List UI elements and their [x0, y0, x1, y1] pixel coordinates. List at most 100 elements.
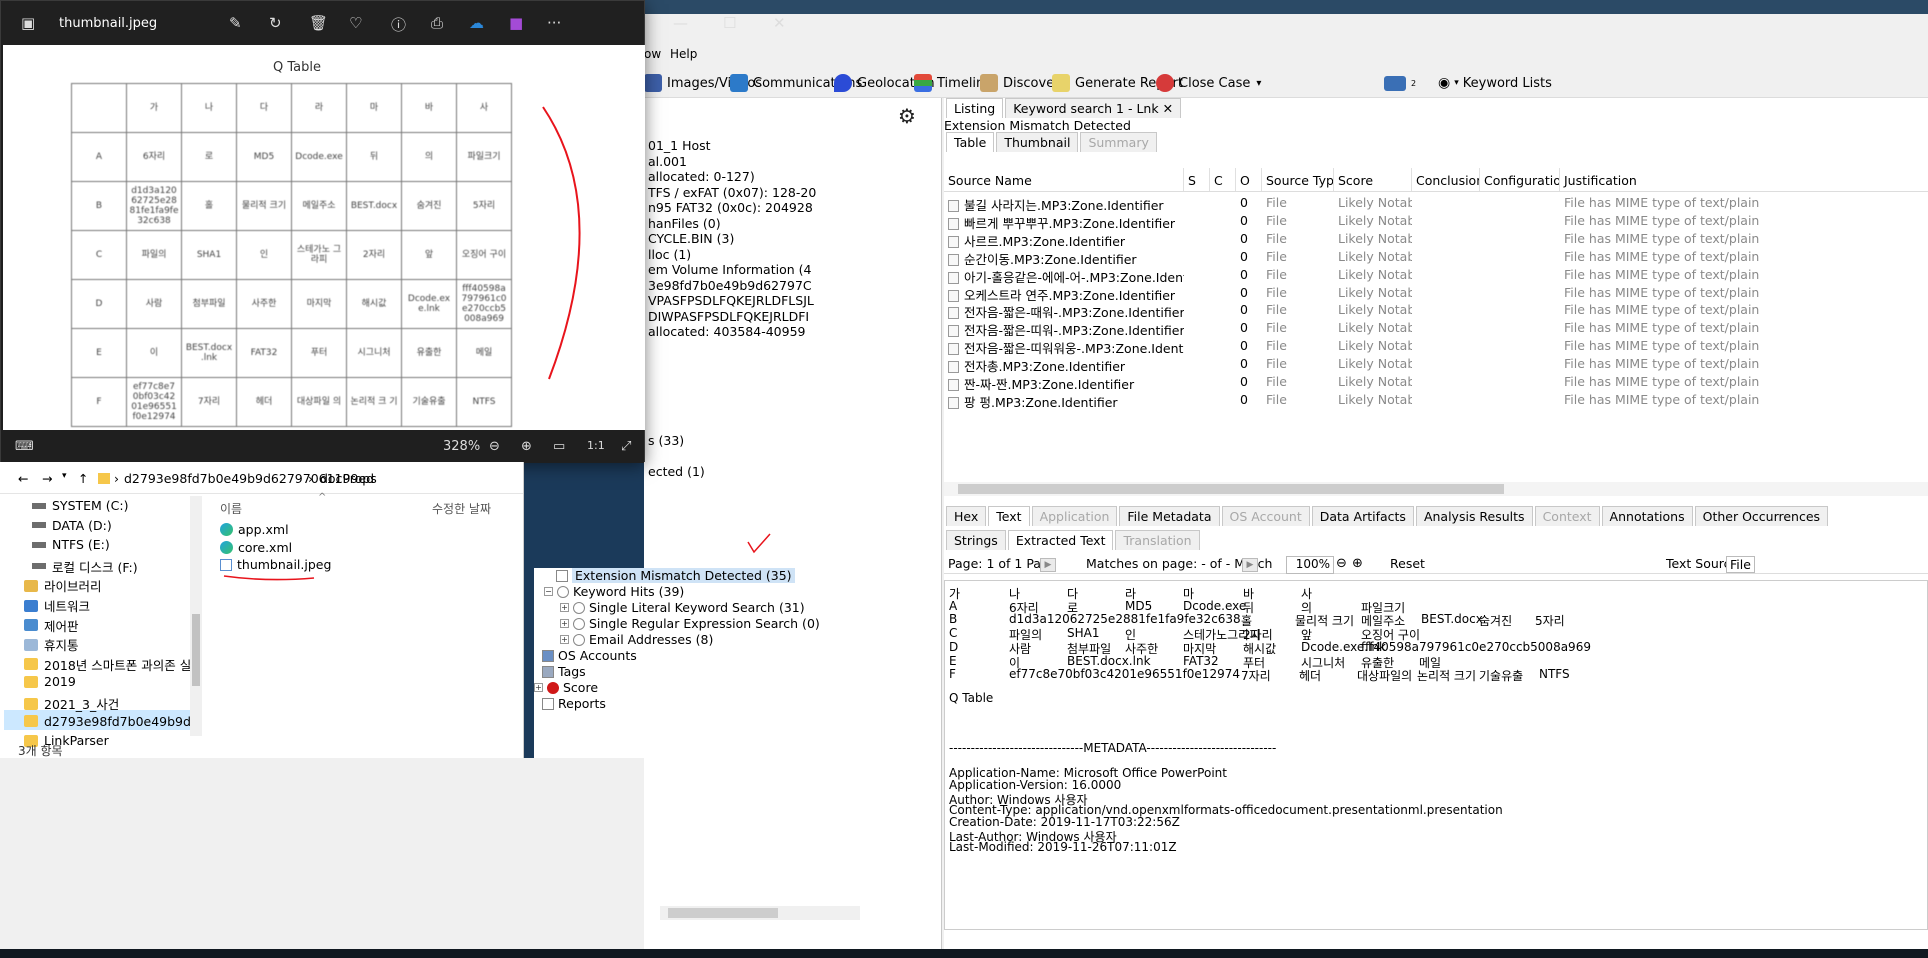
- zoom-out-icon[interactable]: ⊖: [1336, 556, 1347, 571]
- tab-os-account[interactable]: OS Account: [1221, 506, 1310, 526]
- table-row[interactable]: 전자총.MP3:Zone.Identifier 0 File Likely Notab…: [944, 355, 1928, 374]
- tree-item[interactable]: DIWPASFPSDLFQKEJRLDFI: [648, 309, 809, 324]
- nav-item[interactable]: d2793e98fd7b0e49b9d6279706: [24, 714, 194, 729]
- table-row[interactable]: 팡 펑.MP3:Zone.Identifier 0 File Likely Notab…: [944, 391, 1928, 409]
- rotate-icon[interactable]: ↻: [269, 14, 282, 32]
- tab-data-artifacts[interactable]: Data Artifacts: [1311, 506, 1414, 526]
- table-row[interactable]: 사르르.MP3:Zone.Identifier 0 File Likely Notab…: [944, 230, 1928, 248]
- tab-annotations[interactable]: Annotations: [1601, 506, 1693, 526]
- expand-icon[interactable]: +: [560, 603, 569, 612]
- favorite-icon[interactable]: ♡: [349, 14, 362, 32]
- tree-item[interactable]: allocated: 403584-40959: [648, 324, 806, 339]
- scrollbar-thumb[interactable]: [958, 484, 1504, 494]
- tree-reports[interactable]: Reports: [542, 696, 606, 711]
- file-thumbnail-jpeg[interactable]: thumbnail.jpeg: [220, 557, 331, 572]
- tab-extracted-text[interactable]: Extracted Text: [1007, 530, 1114, 550]
- tab-application[interactable]: Application: [1031, 506, 1118, 526]
- more-icon[interactable]: ···: [547, 14, 561, 32]
- col-o[interactable]: O: [1236, 168, 1262, 191]
- minimize-icon[interactable]: —: [673, 14, 688, 32]
- tab-analysis-results[interactable]: Analysis Results: [1415, 506, 1533, 526]
- horizontal-scrollbar[interactable]: [944, 482, 1928, 496]
- gear-icon[interactable]: ⚙: [898, 104, 916, 128]
- recent-locations-icon[interactable]: ▾: [62, 471, 67, 481]
- next-match-button[interactable]: ▶: [1242, 558, 1258, 572]
- actual-size-icon[interactable]: 1:1: [587, 439, 605, 452]
- zoom-out-icon[interactable]: ⊖: [489, 439, 500, 454]
- tree-item[interactable]: lloc (1): [648, 247, 691, 262]
- expand-icon[interactable]: +: [560, 619, 569, 628]
- nav-scrollbar[interactable]: [190, 496, 202, 736]
- tree-item[interactable]: hanFiles (0): [648, 216, 721, 231]
- collapse-icon[interactable]: −: [544, 587, 553, 596]
- tab-keyword-search[interactable]: Keyword search 1 - Lnk ✕: [1005, 98, 1182, 118]
- onedrive-icon[interactable]: ☁: [469, 14, 484, 32]
- tree-item[interactable]: 3e98fd7b0e49b9d62797C: [648, 278, 812, 293]
- table-row[interactable]: 순간이동.MP3:Zone.Identifier 0 File Likely Nota…: [944, 248, 1928, 266]
- table-row[interactable]: 전자음-짧은-때워-.MP3:Zone.Identifier 0 File Likel…: [944, 301, 1928, 320]
- table-row[interactable]: 전자음-짧은-띠워워웅-.MP3:Zone.Identifier 0 File Lik…: [944, 337, 1928, 356]
- nav-item[interactable]: 제어판: [24, 616, 79, 635]
- back-icon[interactable]: ←: [18, 471, 28, 486]
- tree-item[interactable]: al.001: [648, 154, 687, 169]
- tab-thumbnail[interactable]: Thumbnail: [996, 132, 1079, 152]
- zoom-in-icon[interactable]: ⊕: [521, 439, 532, 454]
- table-row[interactable]: 짠-짜-짠.MP3:Zone.Identifier 0 File Likely Not…: [944, 373, 1928, 391]
- nav-item[interactable]: 로컬 디스크 (F:): [32, 557, 138, 576]
- extracted-text-area[interactable]: 가 나 다 라 마 바 사 A 6자리 로 MD5 Dcode.exe 뒤 의 파일크기 Bd1d3a1206…: [944, 580, 1928, 930]
- table-row[interactable]: 불길 사라지는.MP3:Zone.Identifier 0 File Likely N…: [944, 194, 1928, 212]
- nav-item[interactable]: 2019: [24, 674, 76, 689]
- tab-listing[interactable]: Listing: [946, 98, 1004, 118]
- col-name[interactable]: 이름: [220, 500, 242, 517]
- mail-button[interactable]: 2: [1384, 72, 1416, 94]
- clipchamp-icon[interactable]: ■: [509, 14, 523, 32]
- file-app-xml[interactable]: app.xml: [220, 522, 289, 537]
- menu-window[interactable]: ow: [644, 47, 661, 61]
- tree-tags[interactable]: Tags: [542, 664, 586, 679]
- nav-item[interactable]: SYSTEM (C:): [32, 498, 129, 513]
- table-row[interactable]: 빠르게 뿌꾸뿌꾸.MP3:Zone.Identifier 0 File Likely …: [944, 212, 1928, 230]
- table-row[interactable]: 오케스트라 연주.MP3:Zone.Identifier 0 File Likely …: [944, 284, 1928, 302]
- info-icon[interactable]: ⓘ: [391, 14, 406, 35]
- file-core-xml[interactable]: core.xml: [220, 540, 292, 555]
- col-modified[interactable]: 수정한 날짜: [432, 500, 491, 517]
- tree-item[interactable]: n95 FAT32 (0x0c): 204928: [648, 200, 813, 215]
- next-page-button[interactable]: ▶: [1040, 558, 1056, 572]
- tree-item[interactable]: em Volume Information (4: [648, 262, 811, 277]
- table-row[interactable]: 전자음-짧은-띠워-.MP3:Zone.Identifier 0 File Likel…: [944, 319, 1928, 338]
- tree-item[interactable]: TFS / exFAT (0x07): 128-20: [648, 185, 816, 200]
- col-conclusion[interactable]: Conclusion: [1412, 168, 1480, 191]
- photo-canvas[interactable]: Q Table 가 나 다 라 마 바 사 A 6자리 로 MD5 Dcode.exe 뒤 의 파일크기 Bd…: [3, 45, 645, 430]
- tree-item[interactable]: VPASFPSDLFQKEJRLDFLSJL: [648, 293, 814, 308]
- expand-icon[interactable]: +: [560, 635, 569, 644]
- close-icon[interactable]: ✕: [1163, 101, 1173, 116]
- keyword-lists-button[interactable]: ◉ ▾ Keyword Lists: [1438, 72, 1552, 94]
- tree-score[interactable]: + Score: [534, 680, 598, 695]
- filmstrip-icon[interactable]: ⌨: [15, 439, 34, 454]
- delete-icon[interactable]: 🗑: [309, 14, 328, 32]
- forward-icon[interactable]: →: [42, 471, 52, 486]
- col-configuration[interactable]: Configuration: [1480, 168, 1560, 191]
- tab-text[interactable]: Text: [988, 506, 1030, 526]
- tree-extension-mismatch[interactable]: Extension Mismatch Detected (35): [556, 568, 795, 583]
- col-source-type[interactable]: Source Type: [1262, 168, 1334, 191]
- nav-item[interactable]: 휴지통: [24, 635, 79, 654]
- zoom-field[interactable]: 100%: [1286, 556, 1334, 574]
- tab-context[interactable]: Context: [1534, 506, 1600, 526]
- breadcrumb-current[interactable]: docProps: [320, 471, 377, 486]
- tab-hex[interactable]: Hex: [946, 506, 987, 526]
- tab-summary[interactable]: Summary: [1080, 132, 1157, 152]
- tree-item[interactable]: 01_1 Host: [648, 138, 711, 153]
- scrollbar-thumb[interactable]: [668, 908, 778, 918]
- zoom-in-icon[interactable]: ⊕: [1352, 556, 1363, 571]
- tree-item[interactable]: ected (1): [648, 464, 705, 479]
- nav-item[interactable]: DATA (D:): [32, 518, 112, 533]
- tree-item[interactable]: s (33): [648, 433, 684, 448]
- nav-item[interactable]: 네트워크: [24, 596, 90, 615]
- tree-os-accounts[interactable]: OS Accounts: [542, 648, 637, 663]
- scrollbar-thumb[interactable]: [192, 614, 200, 686]
- tab-other-occurrences[interactable]: Other Occurrences: [1694, 506, 1829, 526]
- tree-scrollbar[interactable]: [660, 906, 860, 920]
- nav-item[interactable]: 2018년 스마트폰 과의존 실태조: [24, 655, 194, 674]
- up-icon[interactable]: ↑: [78, 471, 88, 486]
